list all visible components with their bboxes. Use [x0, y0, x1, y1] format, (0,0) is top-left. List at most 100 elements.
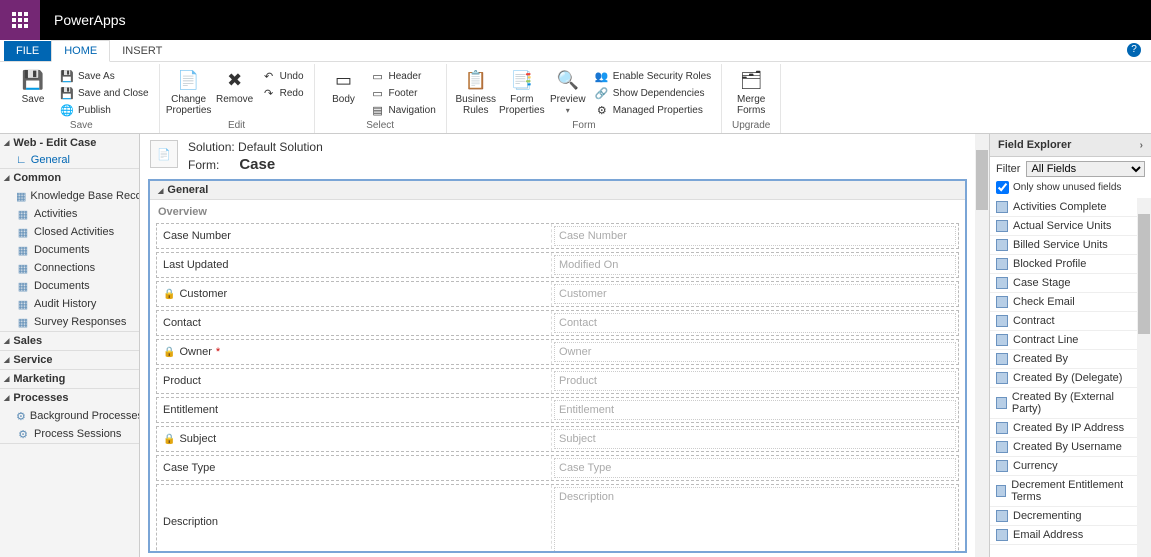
- field-icon: [996, 334, 1008, 346]
- tree-item[interactable]: ▦Survey Responses: [0, 313, 139, 331]
- explorer-field[interactable]: Contract Line: [990, 331, 1137, 350]
- unused-label[interactable]: Only show unused fields: [1013, 182, 1121, 193]
- undo-button[interactable]: ↶Undo: [260, 68, 306, 84]
- lock-icon: 🔒: [163, 289, 175, 300]
- explorer-field[interactable]: Currency: [990, 457, 1137, 476]
- tree-item[interactable]: ▦Closed Activities: [0, 223, 139, 241]
- group-select-label: Select: [321, 120, 440, 133]
- explorer-field[interactable]: Created By (Delegate): [990, 369, 1137, 388]
- field-icon: [996, 485, 1006, 497]
- tree-item[interactable]: ▦Documents: [0, 241, 139, 259]
- waffle-launcher[interactable]: [0, 0, 40, 40]
- tree-common[interactable]: Common: [0, 169, 139, 187]
- security-roles-button[interactable]: 👥Enable Security Roles: [593, 68, 713, 84]
- explorer-field[interactable]: Email Address: [990, 526, 1137, 545]
- field-placeholder[interactable]: Subject: [554, 429, 956, 449]
- tree-item[interactable]: ▦Connections: [0, 259, 139, 277]
- form-field[interactable]: Last UpdatedModified On: [156, 252, 959, 278]
- tree-item[interactable]: ▦Documents: [0, 277, 139, 295]
- preview-button[interactable]: 🔍 Preview ▾: [545, 66, 591, 118]
- explorer-field[interactable]: Contract: [990, 312, 1137, 331]
- explorer-field[interactable]: Activities Complete: [990, 198, 1137, 217]
- form-field[interactable]: 🔒SubjectSubject: [156, 426, 959, 452]
- subhead-overview: Overview: [150, 200, 965, 220]
- tree-service[interactable]: Service: [0, 351, 139, 369]
- form-field[interactable]: DescriptionDescription: [156, 484, 959, 553]
- tree-processes[interactable]: Processes: [0, 389, 139, 407]
- show-dependencies-button[interactable]: 🔗Show Dependencies: [593, 85, 713, 101]
- tree-general[interactable]: ∟General: [0, 152, 139, 168]
- explorer-field[interactable]: Case Stage: [990, 274, 1137, 293]
- field-placeholder[interactable]: Contact: [554, 313, 956, 333]
- tab-home[interactable]: HOME: [51, 40, 110, 62]
- field-list-scrollbar[interactable]: [1137, 198, 1151, 557]
- security-icon: 👥: [595, 69, 609, 83]
- tab-insert[interactable]: INSERT: [110, 41, 174, 61]
- managed-properties-button[interactable]: ⚙Managed Properties: [593, 102, 713, 118]
- explorer-field[interactable]: Check Email: [990, 293, 1137, 312]
- form-field[interactable]: Case TypeCase Type: [156, 455, 959, 481]
- form-properties-button[interactable]: 📑 Form Properties: [499, 66, 545, 118]
- tab-file[interactable]: FILE: [4, 41, 51, 61]
- help-icon[interactable]: ?: [1127, 43, 1141, 57]
- form-field[interactable]: ProductProduct: [156, 368, 959, 394]
- form-field[interactable]: 🔒CustomerCustomer: [156, 281, 959, 307]
- navigation-button[interactable]: ▤Navigation: [369, 102, 438, 118]
- footer-icon: ▭: [371, 86, 385, 100]
- undo-icon: ↶: [262, 69, 276, 83]
- tree-item[interactable]: ▦Activities: [0, 205, 139, 223]
- section-general[interactable]: General: [150, 181, 965, 200]
- remove-button[interactable]: ✖ Remove: [212, 66, 258, 107]
- footer-button[interactable]: ▭Footer: [369, 85, 438, 101]
- filter-select[interactable]: All Fields: [1026, 161, 1145, 177]
- form-field[interactable]: 🔒Owner*Owner: [156, 339, 959, 365]
- form-field[interactable]: Case NumberCase Number: [156, 223, 959, 249]
- tab-row: FILE HOME INSERT ?: [0, 40, 1151, 62]
- form-field[interactable]: EntitlementEntitlement: [156, 397, 959, 423]
- tree-item[interactable]: ⚙Process Sessions: [0, 425, 139, 443]
- explorer-field[interactable]: Decrement Entitlement Terms: [990, 476, 1137, 507]
- explorer-field[interactable]: Blocked Profile: [990, 255, 1137, 274]
- form-canvas[interactable]: General Overview Case NumberCase Number L…: [148, 179, 967, 553]
- tree-item[interactable]: ▦Audit History: [0, 295, 139, 313]
- explorer-field[interactable]: Decrementing: [990, 507, 1137, 526]
- merge-icon: 🗂: [739, 68, 763, 92]
- field-placeholder[interactable]: Case Type: [554, 458, 956, 478]
- field-placeholder[interactable]: Customer: [554, 284, 956, 304]
- explorer-field[interactable]: Actual Service Units: [990, 217, 1137, 236]
- field-label: Contact: [163, 317, 201, 329]
- field-placeholder[interactable]: Product: [554, 371, 956, 391]
- required-star-icon: *: [216, 346, 220, 358]
- field-icon: [996, 422, 1008, 434]
- form-field[interactable]: Contact Contact: [156, 310, 959, 336]
- chevron-right-icon[interactable]: ›: [1140, 140, 1143, 151]
- tree-item[interactable]: ▦Knowledge Base Reco...: [0, 187, 139, 205]
- explorer-field[interactable]: Created By IP Address: [990, 419, 1137, 438]
- change-properties-button[interactable]: 📄 Change Properties: [166, 66, 212, 118]
- field-placeholder[interactable]: Owner: [554, 342, 956, 362]
- publish-button[interactable]: 🌐Publish: [58, 102, 151, 118]
- save-as-button[interactable]: 💾Save As: [58, 68, 151, 84]
- field-placeholder[interactable]: Case Number: [554, 226, 956, 246]
- business-rules-button[interactable]: 📋 Business Rules: [453, 66, 499, 118]
- navigation-tree: Web - Edit Case ∟General Common ▦Knowled…: [0, 134, 140, 557]
- field-placeholder[interactable]: Description: [554, 487, 956, 553]
- tree-item[interactable]: ⚙Background Processes: [0, 407, 139, 425]
- explorer-field[interactable]: Created By Username: [990, 438, 1137, 457]
- save-close-button[interactable]: 💾Save and Close: [58, 85, 151, 101]
- redo-button[interactable]: ↷Redo: [260, 85, 306, 101]
- body-button[interactable]: ▭ Body: [321, 66, 367, 107]
- field-placeholder[interactable]: Modified On: [554, 255, 956, 275]
- tree-sales[interactable]: Sales: [0, 332, 139, 350]
- unused-checkbox[interactable]: [996, 181, 1009, 194]
- field-placeholder[interactable]: Entitlement: [554, 400, 956, 420]
- tree-web-edit[interactable]: Web - Edit Case: [0, 134, 139, 152]
- explorer-field[interactable]: Billed Service Units: [990, 236, 1137, 255]
- canvas-scrollbar[interactable]: [975, 134, 989, 557]
- explorer-field[interactable]: Created By (External Party): [990, 388, 1137, 419]
- header-button[interactable]: ▭Header: [369, 68, 438, 84]
- merge-forms-button[interactable]: 🗂 Merge Forms: [728, 66, 774, 118]
- tree-marketing[interactable]: Marketing: [0, 370, 139, 388]
- save-button[interactable]: 💾 Save: [10, 66, 56, 107]
- explorer-field[interactable]: Created By: [990, 350, 1137, 369]
